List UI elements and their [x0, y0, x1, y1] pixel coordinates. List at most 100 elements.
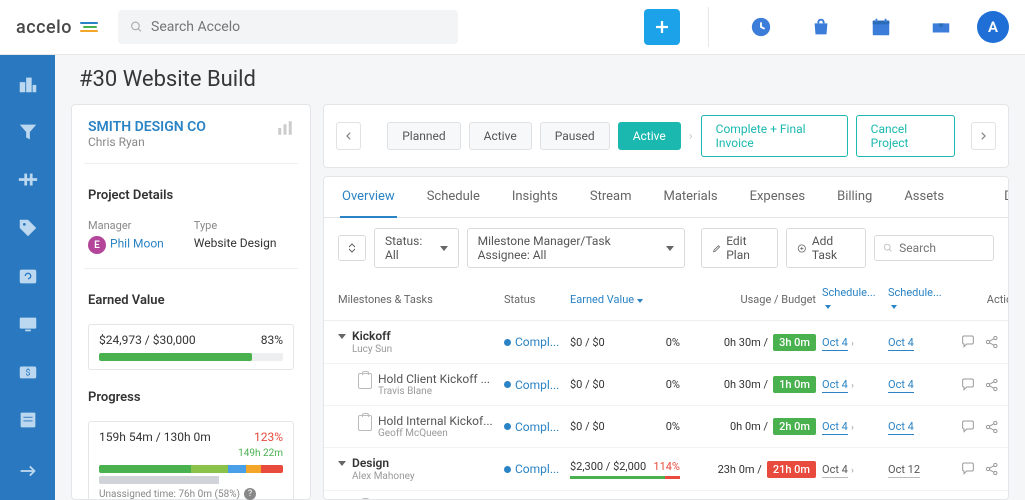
table-row[interactable]: DesignAlex Mahoney Compl... $2,300 / $2,… — [324, 448, 1008, 491]
status-next[interactable] — [971, 122, 996, 150]
nav-buildings-icon[interactable] — [17, 73, 39, 95]
comment-icon[interactable] — [960, 377, 976, 393]
tab-assets[interactable]: Assets — [902, 177, 946, 217]
more-icon[interactable] — [1008, 419, 1009, 435]
col-earned-value[interactable]: Earned Value — [570, 293, 680, 306]
search-input[interactable] — [151, 19, 446, 35]
comment-icon[interactable] — [960, 334, 976, 350]
milestone-cell[interactable]: DesignAlex Mahoney — [338, 456, 498, 482]
share-icon[interactable] — [984, 419, 1000, 435]
nav-refresh-icon[interactable] — [17, 265, 39, 287]
status-prev[interactable] — [336, 122, 361, 150]
more-icon[interactable] — [1008, 377, 1009, 393]
grid-search-input[interactable] — [899, 241, 985, 255]
comment-icon[interactable] — [960, 419, 976, 435]
company-name[interactable]: SMITH DESIGN CO — [88, 119, 206, 135]
nav-milestone-icon[interactable] — [17, 169, 39, 191]
date-start[interactable]: Oct 4 › — [822, 335, 882, 350]
tab-expenses[interactable]: Expenses — [748, 177, 808, 217]
grid-search[interactable] — [874, 235, 994, 261]
contact-name[interactable]: Chris Ryan — [88, 135, 206, 149]
type-value: Website Design — [194, 236, 277, 250]
milestone-cell[interactable]: KickoffLucy Sun — [338, 329, 498, 355]
col-usage[interactable]: Usage / Budget — [686, 293, 816, 306]
status-active-1[interactable]: Active — [469, 122, 532, 150]
ev-text: $24,973 / $30,000 — [99, 333, 196, 347]
global-search[interactable] — [118, 10, 458, 44]
col-milestones[interactable]: Milestones & Tasks — [338, 293, 498, 306]
add-task-button[interactable]: Add Task — [786, 228, 866, 268]
add-button[interactable] — [644, 9, 680, 45]
status-planned[interactable]: Planned — [387, 122, 460, 150]
date-start[interactable]: Oct 4 › — [822, 377, 882, 392]
calendar-icon[interactable] — [865, 11, 897, 43]
ev-cell: $0 / $0 0% — [570, 336, 680, 349]
tab-materials[interactable]: Materials — [661, 177, 719, 217]
chart-icon[interactable] — [276, 119, 294, 137]
earned-value-title: Earned Value — [88, 293, 294, 308]
mini-green: 149h 22m — [99, 448, 283, 459]
col-sched2[interactable]: Schedule... — [888, 286, 948, 312]
tab-details[interactable]: Details — [1002, 177, 1009, 217]
table-row[interactable]: KickoffLucy Sun Compl... $0 / $0 0% 0h 3… — [324, 321, 1008, 364]
tab-overview[interactable]: Overview — [340, 177, 397, 218]
status-complete[interactable]: Complete + Final Invoice — [701, 115, 848, 157]
date-start[interactable]: Oct 4 › — [822, 462, 882, 477]
more-icon[interactable] — [1008, 334, 1009, 350]
clock-icon[interactable] — [745, 11, 777, 43]
logo-icon — [80, 22, 98, 32]
more-icon[interactable] — [1008, 461, 1009, 477]
share-icon[interactable] — [984, 377, 1000, 393]
bag-icon[interactable] — [805, 11, 837, 43]
table-row[interactable]: MockupsGeoff McQueen Compl... $1,300 / $… — [324, 491, 1008, 500]
collapse-all-button[interactable] — [338, 235, 366, 261]
status-cell[interactable]: Compl... — [504, 420, 564, 434]
status-active-2[interactable]: Active — [618, 122, 681, 150]
status-filter[interactable]: Status: All — [374, 228, 459, 268]
usage-cell: 0h 30m /1h 0m — [686, 376, 816, 393]
date-end[interactable]: Oct 4 — [888, 335, 948, 350]
status-cancel[interactable]: Cancel Project — [856, 115, 955, 157]
unassigned-text: Unassigned time: 76h 0m (58%) — [99, 489, 240, 500]
date-end[interactable]: Oct 12 — [888, 462, 948, 477]
status-cell[interactable]: Compl... — [504, 462, 564, 476]
progress-text: 159h 54m / 130h 0m — [99, 430, 211, 444]
plus-icon — [653, 18, 671, 36]
nav-list-icon[interactable] — [17, 409, 39, 431]
date-start[interactable]: Oct 4 › — [822, 419, 882, 434]
date-end[interactable]: Oct 4 — [888, 419, 948, 434]
col-sched1[interactable]: Schedule... — [822, 286, 882, 312]
status-cell[interactable]: Compl... — [504, 335, 564, 349]
share-icon[interactable] — [984, 461, 1000, 477]
manager-name[interactable]: Phil Moon — [110, 237, 164, 251]
ev-cell: $0 / $0 0% — [570, 378, 680, 391]
nav-funnel-icon[interactable] — [17, 121, 39, 143]
divider — [708, 7, 709, 47]
help-icon[interactable]: ? — [244, 488, 256, 500]
manager-filter[interactable]: Milestone Manager/Task Assignee: All — [467, 228, 685, 268]
logo-text: accelo — [16, 17, 72, 38]
edit-plan-button[interactable]: Edit Plan — [701, 228, 779, 268]
tab-insights[interactable]: Insights — [510, 177, 560, 217]
nav-tag-icon[interactable] — [17, 217, 39, 239]
inbox-icon[interactable] — [925, 11, 957, 43]
progress-pct: 123% — [254, 430, 283, 444]
tab-schedule[interactable]: Schedule — [425, 177, 482, 217]
tab-billing[interactable]: Billing — [835, 177, 874, 217]
task-cell[interactable]: Hold Client Kickoff ...Travis Blane — [338, 372, 498, 397]
status-cell[interactable]: Compl... — [504, 378, 564, 392]
table-row[interactable]: Hold Client Kickoff ...Travis Blane Comp… — [324, 364, 1008, 406]
table-row[interactable]: Hold Internal Kickof...Geoff McQueen Com… — [324, 406, 1008, 448]
col-status[interactable]: Status — [504, 293, 564, 306]
status-paused[interactable]: Paused — [540, 122, 610, 150]
comment-icon[interactable] — [960, 461, 976, 477]
user-avatar[interactable]: A — [977, 11, 1009, 43]
date-end[interactable]: Oct 4 — [888, 377, 948, 392]
tab-stream[interactable]: Stream — [588, 177, 634, 217]
app-logo[interactable]: accelo — [16, 17, 98, 38]
share-icon[interactable] — [984, 334, 1000, 350]
nav-monitor-icon[interactable] — [17, 313, 39, 335]
nav-money-icon[interactable]: $ — [17, 361, 39, 383]
task-cell[interactable]: Hold Internal Kickof...Geoff McQueen — [338, 414, 498, 439]
nav-collapse-icon[interactable] — [17, 460, 39, 482]
